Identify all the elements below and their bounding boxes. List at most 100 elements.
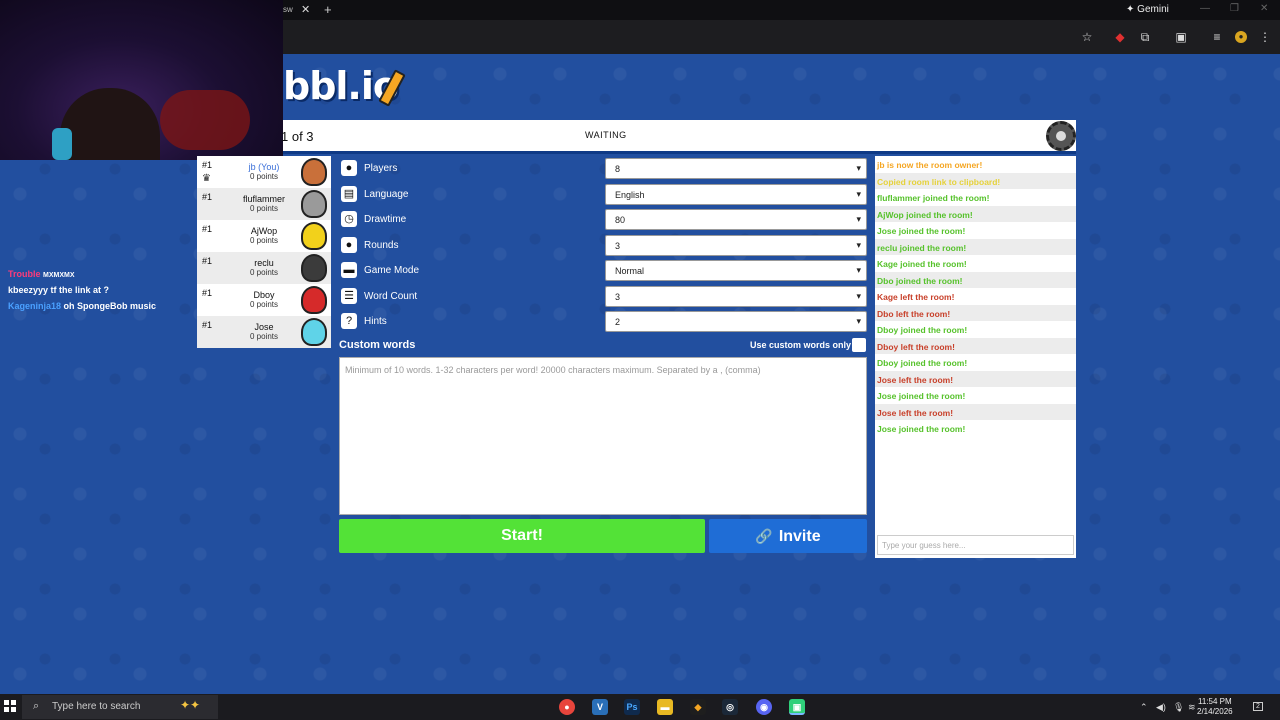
profile-avatar[interactable]: ● <box>1235 31 1247 43</box>
stream-chat-message: tf the link at ? <box>50 285 110 295</box>
vegas-icon[interactable]: V <box>592 699 608 715</box>
player-avatar <box>301 190 327 218</box>
custom-words-only-checkbox[interactable] <box>852 338 866 352</box>
bookmark-star-icon[interactable]: ☆ <box>1081 31 1093 43</box>
notification-badge[interactable]: 2 <box>1253 702 1263 711</box>
setting-label: Language <box>364 188 409 200</box>
rounds-select[interactable]: 3 <box>605 234 867 256</box>
cast-icon[interactable]: ▣ <box>1175 31 1187 43</box>
chat-message: Jose left the room! <box>875 403 1076 420</box>
language-select[interactable]: English <box>605 183 867 205</box>
maximize-icon[interactable]: ❐ <box>1230 3 1239 14</box>
setting-hints: ? Hints 2 <box>339 309 869 334</box>
chat-message: Jose joined the room! <box>877 226 966 236</box>
setting-word-count: ☰ Word Count 3 <box>339 284 869 309</box>
chat-message: Dboy joined the room! <box>877 325 968 335</box>
gemini-button[interactable]: ✦ Gemini <box>1126 4 1169 15</box>
hints-select[interactable]: 2 <box>605 311 867 332</box>
minimize-icon[interactable]: — <box>1200 3 1210 14</box>
player-row[interactable]: #1 AjWop 0 points <box>197 220 331 252</box>
mic-icon[interactable]: 🎙 <box>1173 702 1184 713</box>
player-rank: #1 <box>202 320 213 330</box>
chat-message: Copied room link to clipboard! <box>875 172 1076 189</box>
player-avatar <box>301 222 327 250</box>
chat-message: Jose left the room! <box>875 370 1076 387</box>
lobby-settings: ● Players 8 ▤ Language English ◷ Drawtim… <box>339 156 869 336</box>
player-row[interactable]: #1 fluflammer 0 points <box>197 188 331 220</box>
new-tab-icon[interactable]: + <box>324 2 332 17</box>
guess-input[interactable]: Type your guess here... <box>877 535 1074 555</box>
player-row[interactable]: #1 reclu 0 points <box>197 252 331 284</box>
photoshop-icon[interactable]: Ps <box>624 699 640 715</box>
setting-label: Game Mode <box>364 265 420 276</box>
link-icon: 🔗 <box>755 528 773 544</box>
close-window-icon[interactable]: ✕ <box>1260 3 1268 14</box>
player-points: 0 points <box>249 236 279 245</box>
chat-message: Dbo left the room! <box>875 304 1076 321</box>
obs-icon[interactable]: ◆ <box>690 699 706 715</box>
stream-chat-user: Kageninja18 <box>8 301 62 311</box>
drawtime-select[interactable]: 80 <box>605 209 867 230</box>
player-rank: #1 <box>202 160 213 170</box>
player-name: Jose <box>254 322 274 332</box>
setting-label: Word Count <box>364 290 418 302</box>
media-icon[interactable]: ≡ <box>1211 31 1223 43</box>
steam-icon[interactable]: ◎ <box>722 699 738 715</box>
player-row[interactable]: #1 Jose 0 points <box>197 316 331 348</box>
wifi-icon[interactable]: ≋ <box>1188 702 1196 713</box>
tab-close-icon[interactable]: ✕ <box>301 3 311 16</box>
volume-icon[interactable]: ◀) <box>1156 702 1166 713</box>
browser-menu-icon[interactable]: ⋮ <box>1259 31 1271 43</box>
webcam-light <box>160 90 250 150</box>
player-rank: #1 <box>202 224 213 234</box>
player-rank: #1 <box>202 256 213 266</box>
stream-chat-message: oh SpongeBob music <box>63 301 157 311</box>
word-count-select[interactable]: 3 <box>605 285 867 307</box>
taskbar-search-placeholder: Type here to search <box>52 701 141 712</box>
custom-words-textarea[interactable]: Minimum of 10 words. 1-32 characters per… <box>339 357 867 515</box>
extensions-puzzle-icon[interactable]: ⧉ <box>1139 31 1151 43</box>
active-app-icon[interactable]: ▣ <box>789 699 805 715</box>
header-divider <box>283 151 1076 154</box>
invite-button[interactable]: 🔗 Invite <box>709 519 867 553</box>
chat-message: fluflammer joined the room! <box>877 193 990 203</box>
player-row[interactable]: #1 ♛ jb (You) 0 points <box>197 156 331 188</box>
start-button[interactable]: Start! <box>339 519 705 553</box>
tray-chevron-icon[interactable]: ⌃ <box>1140 702 1148 713</box>
taskbar-clock[interactable]: 11:54 PM 2/14/2026 <box>1197 697 1233 717</box>
file-explorer-icon[interactable]: ▬ <box>657 699 673 715</box>
player-name: AjWop <box>250 226 278 236</box>
gamemode-icon: ▬ <box>341 262 357 278</box>
chat-message: jb is now the room owner! <box>877 160 983 170</box>
extension-icon[interactable]: ◆ <box>1114 31 1126 43</box>
chat-message: reclu joined the room! <box>875 238 1076 255</box>
player-name: fluflammer <box>242 194 285 204</box>
webcam-overlay <box>0 0 283 160</box>
copilot-icon[interactable]: ✦✦ <box>180 698 200 712</box>
stream-chat-user: kbeezyyy <box>8 285 49 295</box>
chrome-icon[interactable]: ● <box>559 699 575 715</box>
tab-title-fragment[interactable]: sw <box>283 5 293 14</box>
players-select[interactable]: 8 <box>605 158 867 179</box>
player-name: Dboy <box>253 290 275 300</box>
stream-chat-line: kbeezyyy tf the link at ? <box>8 285 109 295</box>
crown-icon: ♛ <box>202 173 211 184</box>
player-avatar <box>301 158 327 186</box>
discord-icon[interactable]: ◉ <box>756 699 772 715</box>
game-header <box>283 120 1076 152</box>
game-mode-select[interactable]: Normal <box>605 260 867 281</box>
clock-date: 2/14/2026 <box>1197 707 1233 716</box>
search-icon: ⌕ <box>33 700 40 712</box>
stream-chat-line: Kageninja18 oh SpongeBob music <box>8 301 156 311</box>
player-avatar <box>301 254 327 282</box>
clock-time: 11:54 PM <box>1197 697 1232 706</box>
player-points: 0 points <box>249 332 279 341</box>
settings-gear-icon[interactable] <box>1046 121 1076 151</box>
setting-label: Players <box>364 163 398 174</box>
windows-start-icon[interactable] <box>4 700 16 712</box>
custom-words-title: Custom words <box>339 339 416 351</box>
webcam-person <box>60 88 160 160</box>
question-icon: ? <box>341 313 357 329</box>
gemini-label: Gemini <box>1137 4 1169 15</box>
player-row[interactable]: #1 Dboy 0 points <box>197 284 331 316</box>
